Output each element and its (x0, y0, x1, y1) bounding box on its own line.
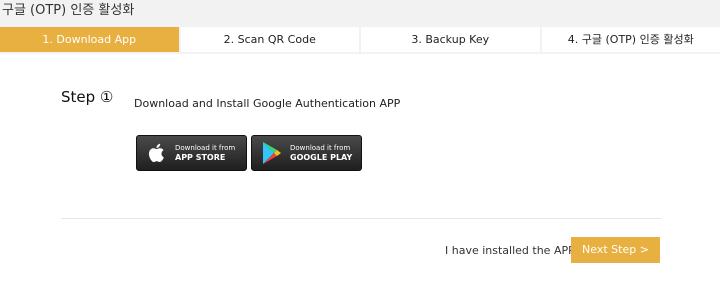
step-instruction: Download and Install Google Authenticati… (134, 97, 401, 110)
tab-download-app[interactable]: 1. Download App (0, 27, 179, 52)
google-play-button[interactable]: Download it from GOOGLE PLAY (251, 135, 362, 171)
google-play-small-text: Download it from (290, 144, 351, 152)
divider (61, 218, 661, 219)
app-store-button[interactable]: Download it from APP STORE (136, 135, 247, 171)
app-store-big-text: APP STORE (175, 153, 226, 162)
installed-confirmation-text: I have installed the APP (445, 244, 575, 257)
google-play-icon (259, 140, 285, 166)
tab-backup-key[interactable]: 3. Backup Key (361, 27, 540, 52)
tab-otp-activation[interactable]: 4. 구글 (OTP) 인증 활성화 (541, 27, 720, 52)
tab-scan-qr-code[interactable]: 2. Scan QR Code (180, 27, 359, 52)
step-panel: Step ① Download and Install Google Authe… (0, 54, 720, 304)
page-title: 구글 (OTP) 인증 활성화 (2, 3, 135, 18)
apple-icon (144, 140, 170, 166)
google-play-big-text: GOOGLE PLAY (290, 153, 353, 162)
step-label: Step ① (61, 88, 114, 106)
next-step-button[interactable]: Next Step > (571, 237, 660, 263)
step-tabs: 1. Download App 2. Scan QR Code 3. Backu… (0, 27, 720, 52)
app-store-small-text: Download it from (175, 144, 236, 152)
